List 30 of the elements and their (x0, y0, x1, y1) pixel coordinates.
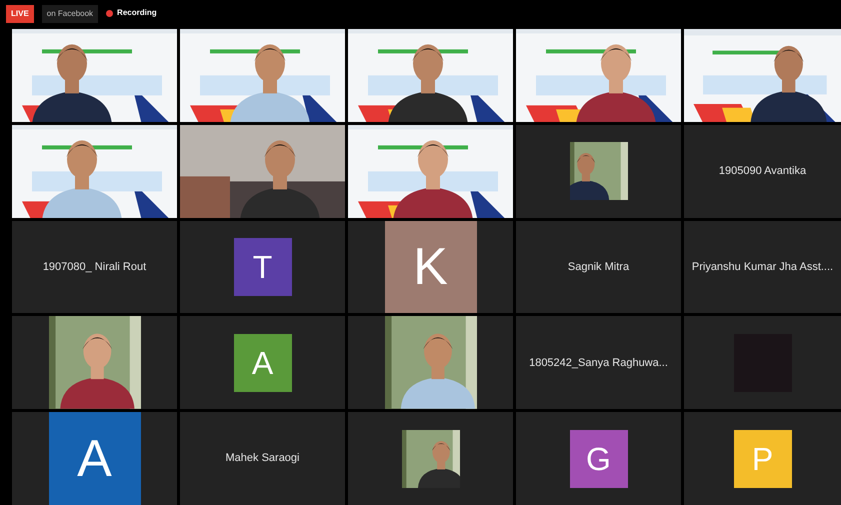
avatar-letter: A (252, 344, 274, 383)
avatar-letter: T (252, 248, 272, 287)
participant-tile[interactable]: 1907080_ Nirali Rout (12, 220, 177, 314)
participant-tile[interactable] (12, 316, 177, 410)
participant-name: Sagnik Mitra (566, 260, 630, 275)
avatar-letter: A (77, 428, 112, 490)
avatar-letter: G (586, 440, 611, 479)
avatar-letter: K (413, 236, 448, 298)
participant-name: 1805242_Sanya Raghuwa... (528, 356, 669, 371)
participant-tile[interactable] (348, 316, 513, 410)
stream-target: on Facebook (42, 5, 98, 23)
participant-name: 1907080_ Nirali Rout (42, 260, 148, 275)
participant-tile[interactable]: K (348, 220, 513, 314)
participant-tile[interactable]: Sagnik Mitra (516, 220, 681, 314)
participant-name: Priyanshu Kumar Jha Asst.... (690, 260, 834, 275)
participant-tile[interactable]: T (180, 220, 345, 314)
participant-name: 1905090 Avantika (718, 164, 808, 179)
participant-name: Mahek Saraogi (224, 451, 300, 466)
participant-tile[interactable] (684, 316, 841, 410)
participant-tile[interactable]: G (516, 412, 681, 505)
participant-tile[interactable]: Priyanshu Kumar Jha Asst.... (684, 220, 841, 314)
avatar-letter: P (752, 440, 774, 479)
live-badge: LIVE (6, 5, 34, 23)
participant-tile[interactable] (516, 124, 681, 218)
participant-tile[interactable] (348, 412, 513, 505)
participant-tile[interactable]: A (12, 412, 177, 505)
recording-label: Recording (117, 7, 157, 19)
participant-tile[interactable]: Mahek Saraogi (180, 412, 345, 505)
participant-tile[interactable]: 1805242_Sanya Raghuwa... (516, 316, 681, 410)
participant-tile[interactable]: 1905090 Avantika (684, 124, 841, 218)
